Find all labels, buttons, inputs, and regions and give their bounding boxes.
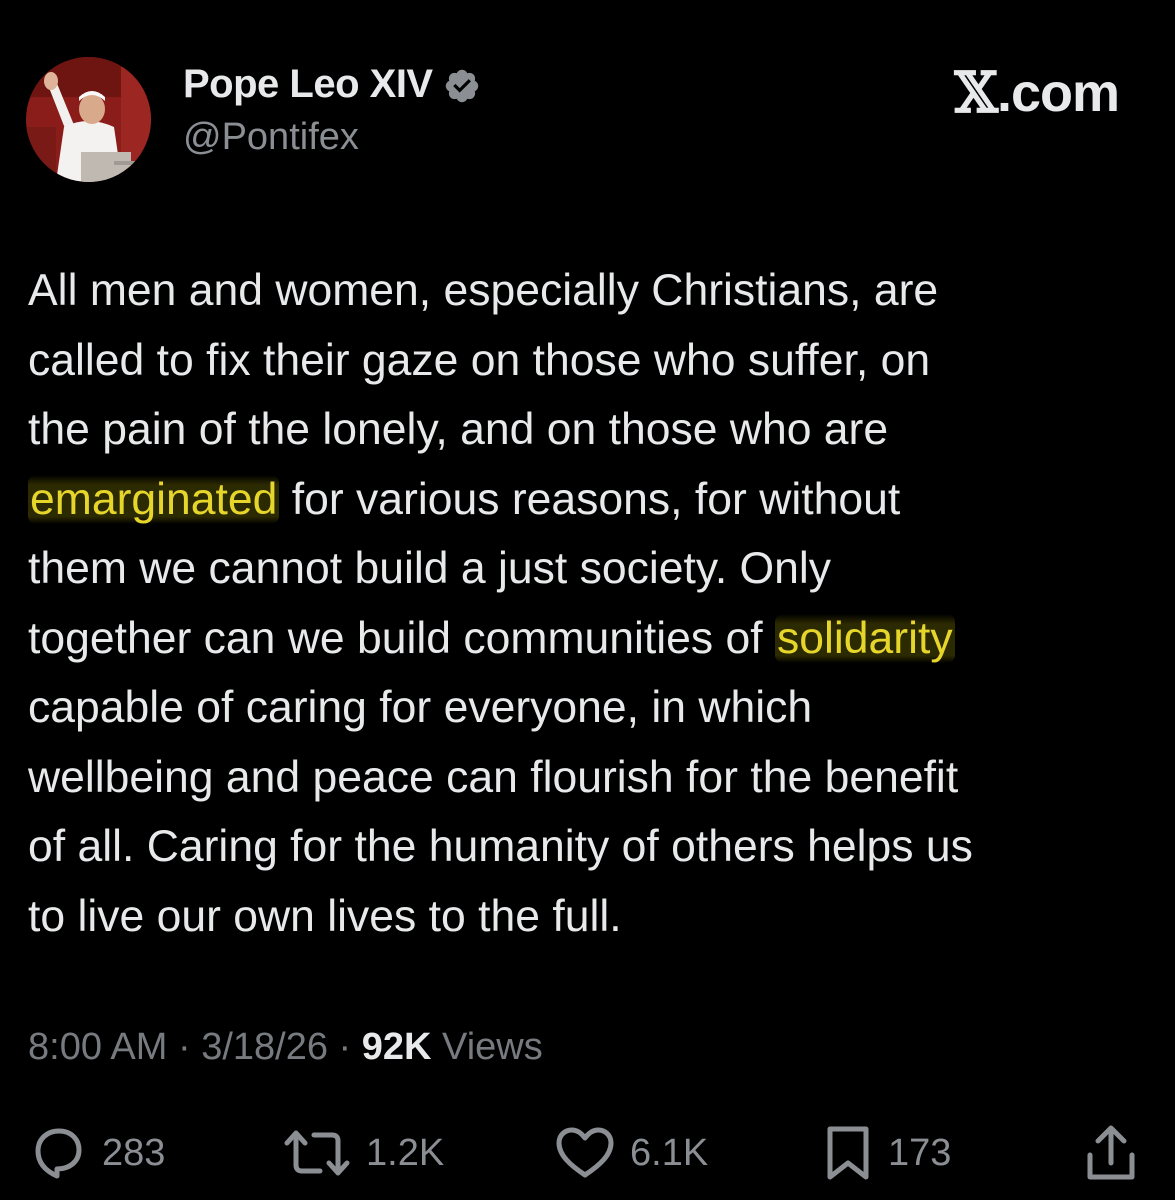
display-name[interactable]: Pope Leo XIV <box>183 62 481 107</box>
like-button[interactable]: 6.1K <box>554 1118 708 1188</box>
action-bar: 283 1.2K 6.1K 173 <box>0 1118 1175 1188</box>
tweet-text: All men and women, especially Christians… <box>28 256 1138 951</box>
tweet-line: the pain of the lonely, and on those who… <box>28 395 1138 465</box>
tweet-text-segment: for various reasons, for without <box>279 474 901 524</box>
tweet-line: called to fix their gaze on those who su… <box>28 326 1138 396</box>
tweet-time[interactable]: 8:00 AM <box>28 1026 167 1068</box>
verified-badge-icon <box>445 69 478 102</box>
tweet-text-segment: wellbeing and peace can flourish for the… <box>28 752 959 802</box>
tweet-line: wellbeing and peace can flourish for the… <box>28 743 1138 813</box>
tweet-line: All men and women, especially Christians… <box>28 256 1138 326</box>
display-name-text: Pope Leo XIV <box>183 62 433 106</box>
views-count: 92K <box>361 1026 432 1068</box>
meta-separator: · <box>167 1026 202 1068</box>
like-icon <box>556 1127 614 1178</box>
repost-button[interactable]: 1.2K <box>282 1118 444 1188</box>
tweet-meta: 8:00 AM · 3/18/26 · 92K Views <box>28 1026 543 1069</box>
tweet-line: together can we build communities of sol… <box>28 604 1138 674</box>
share-button[interactable] <box>1082 1118 1140 1188</box>
reply-icon <box>35 1128 82 1179</box>
avatar[interactable] <box>26 57 151 182</box>
tweet-text-segment: them we cannot build a just society. Onl… <box>28 544 832 593</box>
views-label: Views <box>431 1026 543 1068</box>
meta-separator: · <box>328 1026 362 1068</box>
tweet-text-segment: the pain of the lonely, and on those who… <box>28 405 889 454</box>
tweet-date[interactable]: 3/18/26 <box>201 1026 328 1068</box>
tweet-text-segment: to live our own lives to the full. <box>28 891 622 941</box>
tweet-line: them we cannot build a just society. Onl… <box>28 534 1138 604</box>
tweet-line: to live our own lives to the full. <box>28 882 1138 952</box>
reply-button[interactable]: 283 <box>28 1118 165 1188</box>
repost-icon <box>284 1130 350 1176</box>
share-icon <box>1087 1125 1135 1180</box>
tweet-line: of all. Caring for the humanity of other… <box>28 812 1138 882</box>
brand-logo: 𝕏 .com <box>954 60 1121 126</box>
tweet-line: emarginated for various reasons, for wit… <box>28 465 1138 535</box>
tweet-text-segment: called to fix their gaze on those who su… <box>28 335 931 385</box>
tweet-text-segment: capable of caring for everyone, in which <box>28 683 813 732</box>
brand-suffix: .com <box>996 63 1120 123</box>
tweet-text-segment: of all. Caring for the humanity of other… <box>28 822 973 871</box>
user-handle[interactable]: @Pontifex <box>183 116 359 159</box>
reply-count: 283 <box>102 1131 166 1174</box>
avatar-photo <box>26 57 151 182</box>
tweet-text-segment: together can we build communities of <box>28 613 776 663</box>
highlighted-word: solidarity <box>775 613 955 663</box>
highlighted-word: emarginated <box>28 474 280 524</box>
tweet-text-segment: All men and women, especially Christians… <box>28 266 939 315</box>
repost-count: 1.2K <box>366 1131 445 1174</box>
like-count: 6.1K <box>630 1131 709 1174</box>
x-logo-icon: 𝕏 <box>954 60 998 126</box>
bookmark-count: 173 <box>888 1131 952 1174</box>
bookmark-icon <box>827 1126 869 1180</box>
tweet-line: capable of caring for everyone, in which <box>28 673 1138 743</box>
bookmark-button[interactable]: 173 <box>822 1118 951 1188</box>
